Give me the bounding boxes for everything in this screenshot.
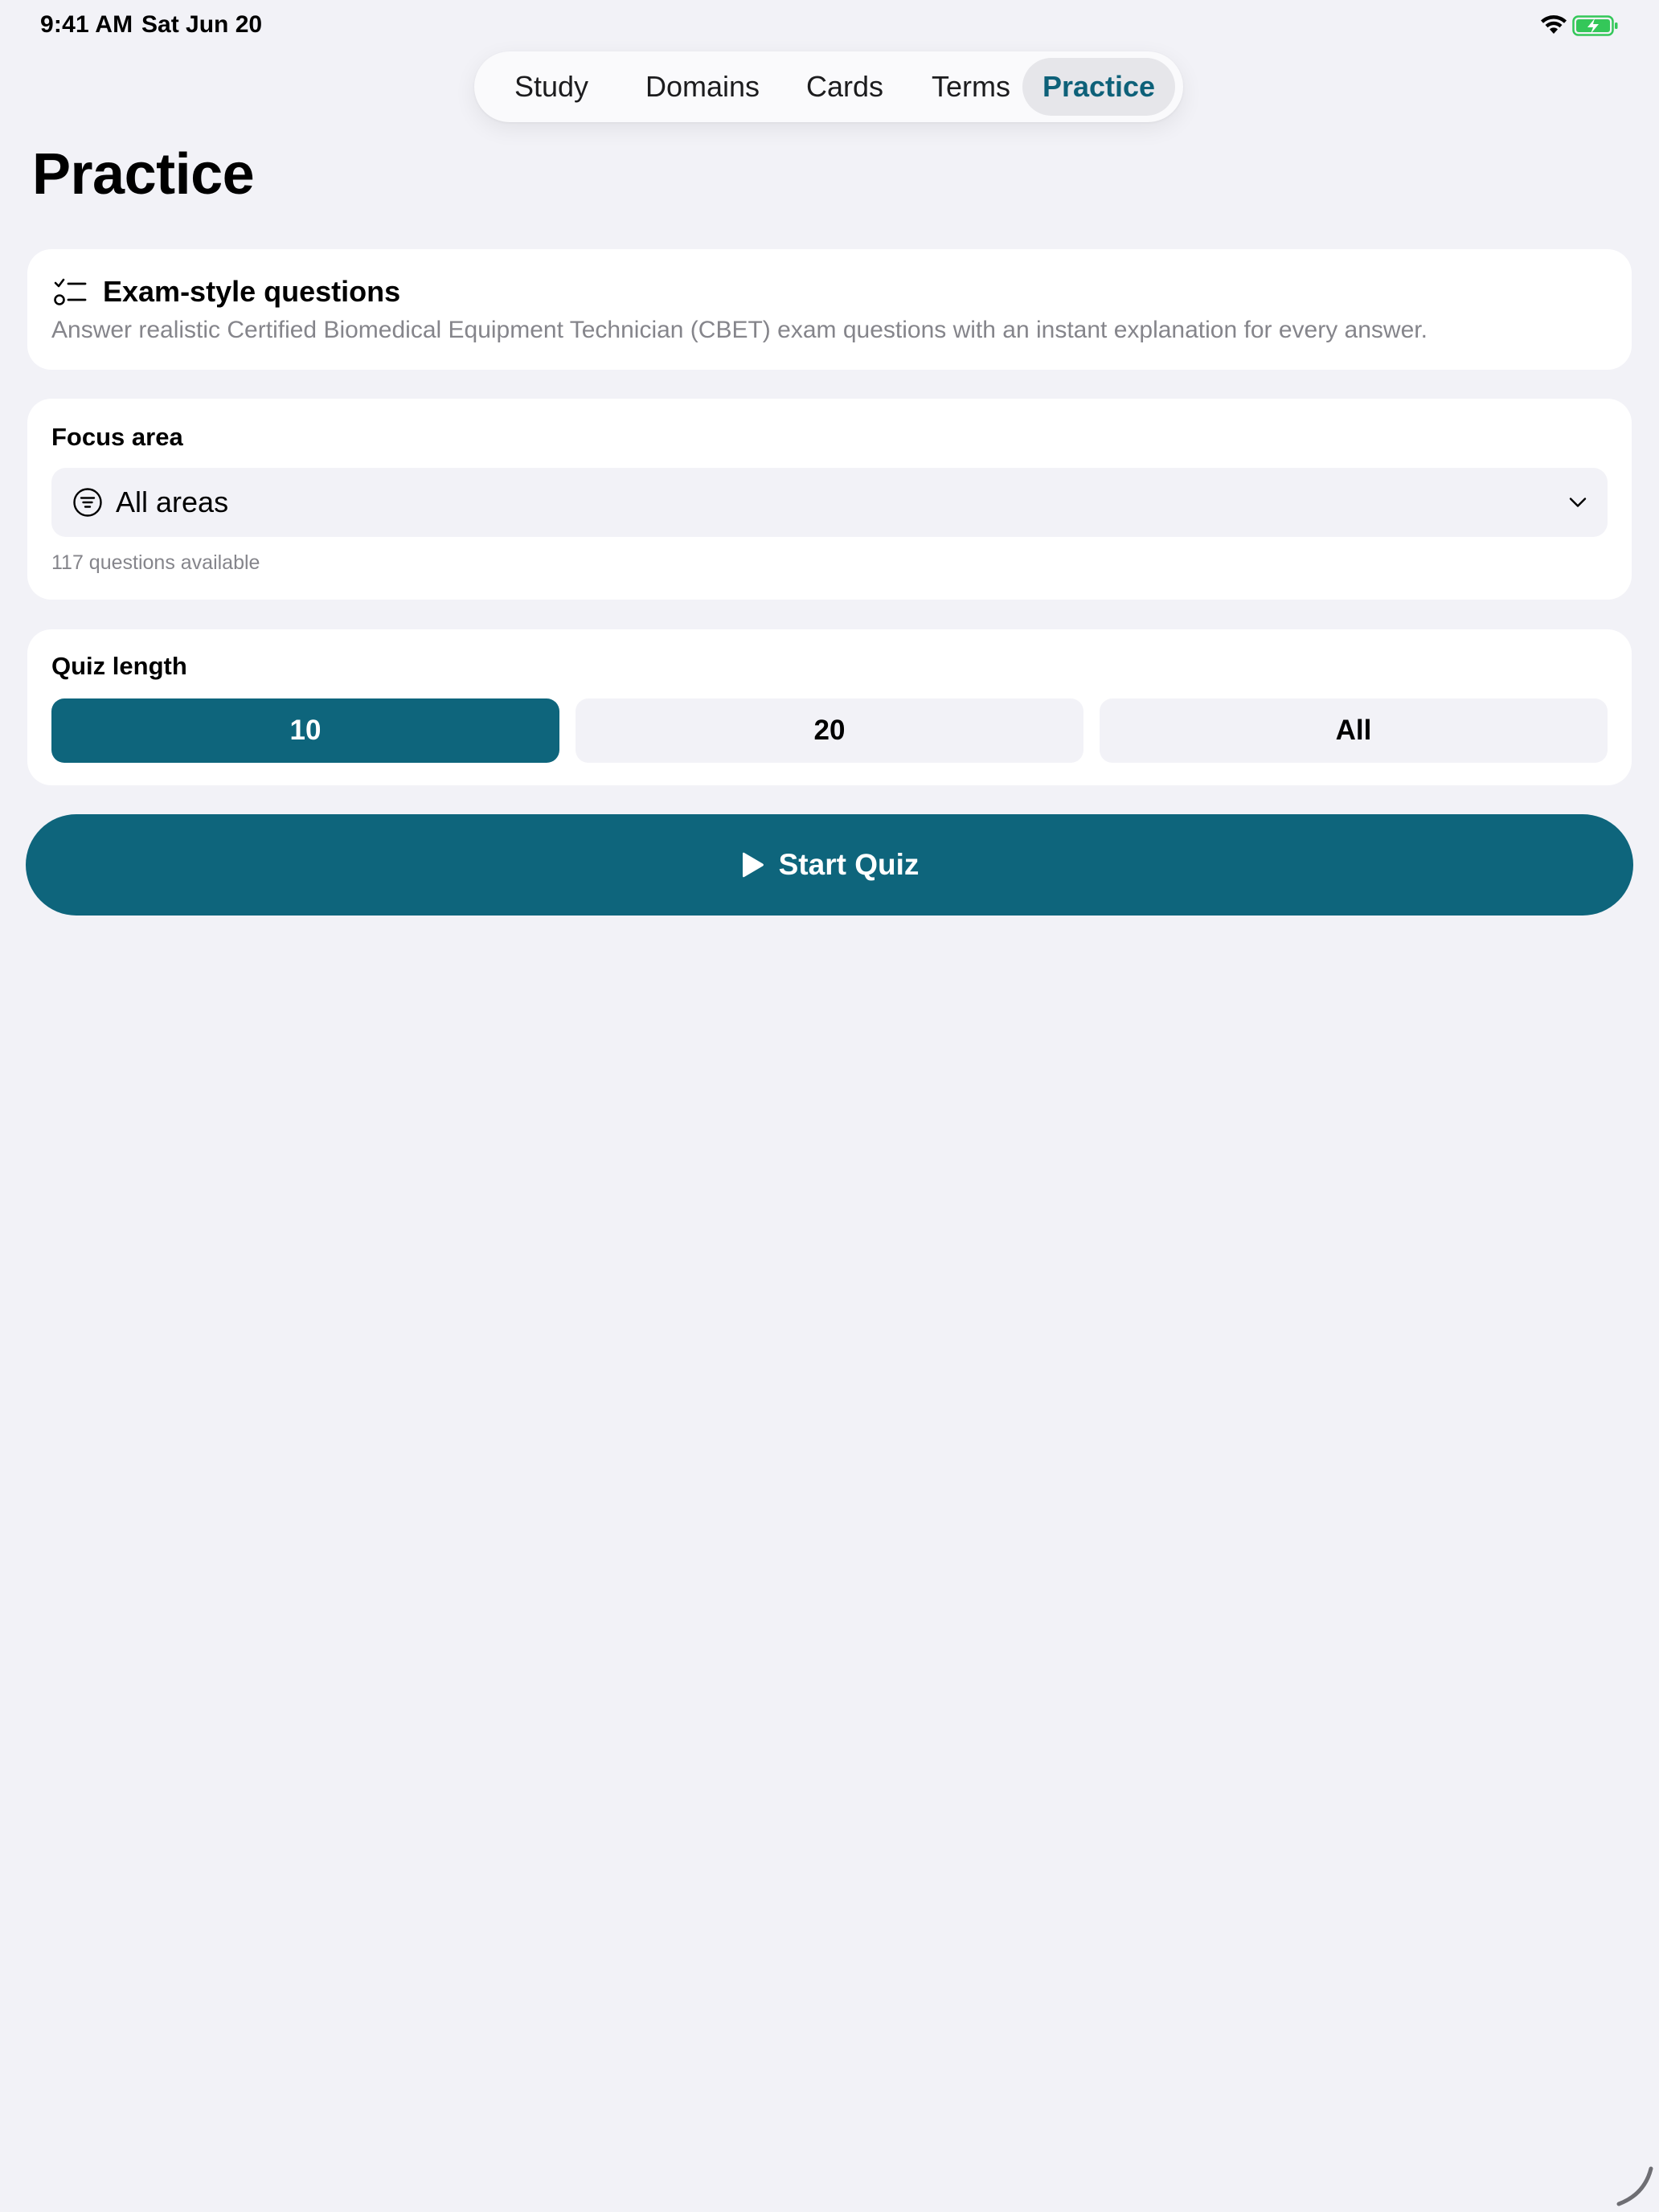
status-date: Sat Jun 20	[141, 11, 263, 38]
corner-resize-handle-icon[interactable]	[1608, 2162, 1656, 2210]
quiz-length-option-20[interactable]: 20	[576, 698, 1083, 763]
quiz-length-label: Quiz length	[51, 652, 187, 680]
filter-circle-icon	[73, 488, 102, 517]
tab-domains[interactable]: Domains	[622, 58, 783, 116]
focus-area-label: Focus area	[51, 423, 183, 451]
tab-practice[interactable]: Practice	[1022, 58, 1175, 116]
intro-description: Answer realistic Certified Biomedical Eq…	[51, 317, 1428, 343]
quiz-length-option-all[interactable]: All	[1100, 698, 1608, 763]
wifi-icon	[1541, 15, 1567, 34]
status-time: 9:41 AM	[40, 11, 133, 38]
start-quiz-button[interactable]: Start Quiz	[26, 814, 1633, 916]
focus-area-select[interactable]: All areas	[51, 468, 1608, 537]
status-bar: 9:41 AM Sat Jun 20	[0, 0, 1659, 51]
battery-charging-icon	[1572, 15, 1618, 36]
top-tab-bar: Study Domains Cards Terms Practice	[474, 51, 1183, 122]
page-title: Practice	[32, 142, 255, 207]
tab-terms[interactable]: Terms	[908, 58, 1034, 116]
focus-area-card: Focus area All areas 117 questions avail…	[27, 399, 1632, 600]
checklist-icon	[54, 278, 87, 305]
chevron-down-icon	[1569, 498, 1587, 507]
questions-available-count: 117 questions available	[51, 551, 260, 574]
quiz-length-card: Quiz length 10 20 All	[27, 629, 1632, 785]
play-icon	[742, 852, 764, 878]
focus-area-value: All areas	[116, 485, 229, 518]
tab-cards[interactable]: Cards	[781, 58, 908, 116]
intro-heading: Exam-style questions	[103, 275, 401, 308]
intro-card: Exam-style questions Answer realistic Ce…	[27, 249, 1632, 370]
tab-study[interactable]: Study	[484, 58, 619, 116]
quiz-length-option-10[interactable]: 10	[51, 698, 559, 763]
start-quiz-label: Start Quiz	[778, 848, 920, 881]
